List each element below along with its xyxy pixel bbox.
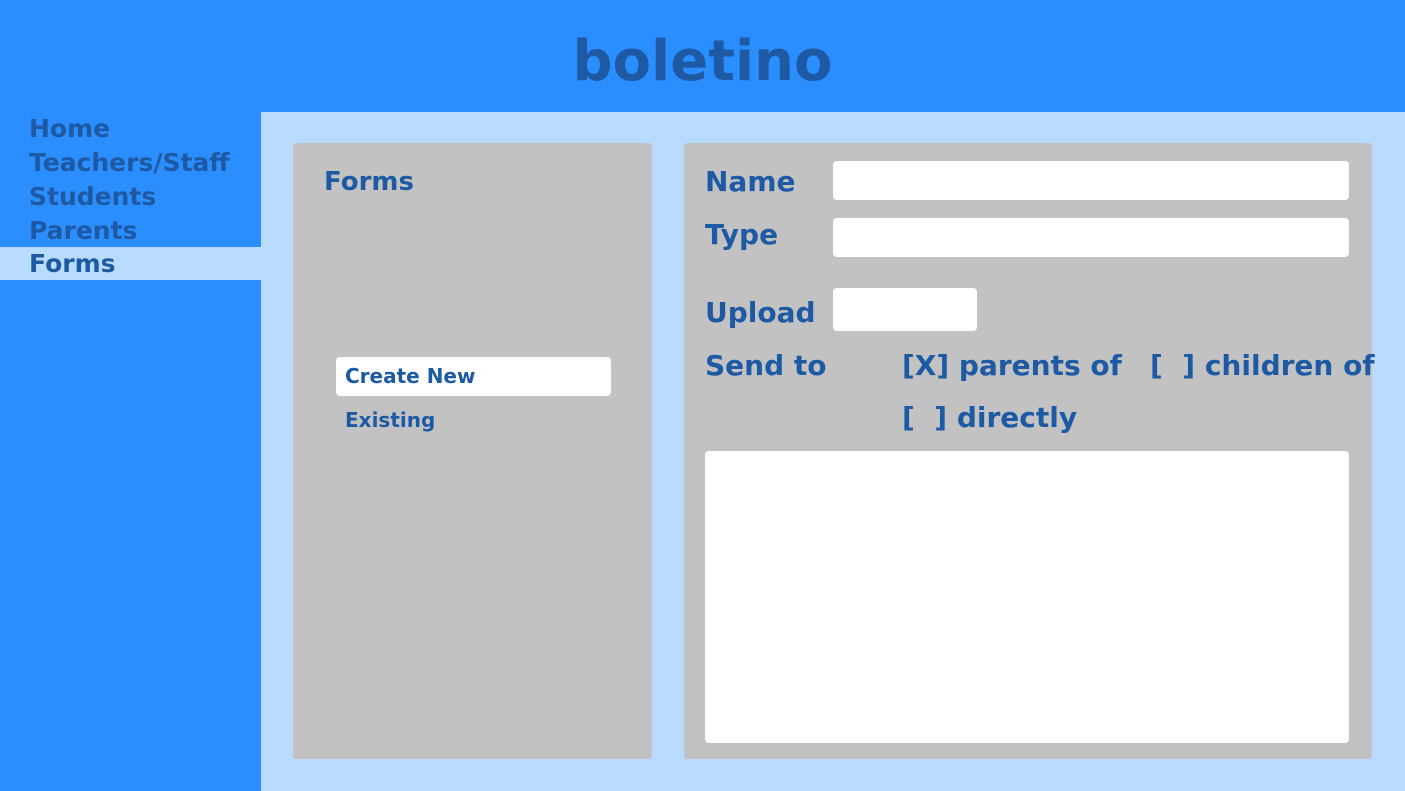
sidebar-item-home[interactable]: Home (0, 112, 261, 145)
sidebar-item-parents[interactable]: Parents (0, 214, 261, 247)
type-input[interactable] (833, 218, 1349, 257)
form-editor-panel: Name Type Upload Send to [X] parents of … (684, 143, 1375, 759)
message-textarea[interactable] (705, 451, 1349, 743)
create-new-option[interactable]: Create New (336, 357, 611, 396)
sidebar-item-students[interactable]: Students (0, 180, 261, 213)
name-label: Name (705, 165, 796, 198)
upload-label: Upload (705, 296, 816, 329)
forms-list-panel: Forms Create New Existing (293, 143, 652, 759)
upload-input[interactable] (833, 288, 977, 331)
parents-of-checkbox[interactable]: [X] parents of (902, 348, 1122, 384)
sidebar-item-teachers-staff[interactable]: Teachers/Staff (0, 146, 261, 179)
send-to-label: Send to (705, 349, 827, 382)
existing-option[interactable]: Existing (336, 401, 611, 440)
forms-panel-title: Forms (324, 167, 414, 197)
children-of-checkbox[interactable]: [ ] children of (1150, 348, 1375, 384)
name-input[interactable] (833, 161, 1349, 200)
main-content: Forms Create New Existing Name Type Uplo… (261, 112, 1405, 791)
type-label: Type (705, 218, 779, 251)
directly-checkbox[interactable]: [ ] directly (902, 400, 1077, 436)
sidebar-item-forms[interactable]: Forms (0, 247, 261, 280)
sidebar-nav: Home Teachers/Staff Students Parents For… (0, 112, 261, 791)
app-title: boletino (572, 29, 833, 94)
